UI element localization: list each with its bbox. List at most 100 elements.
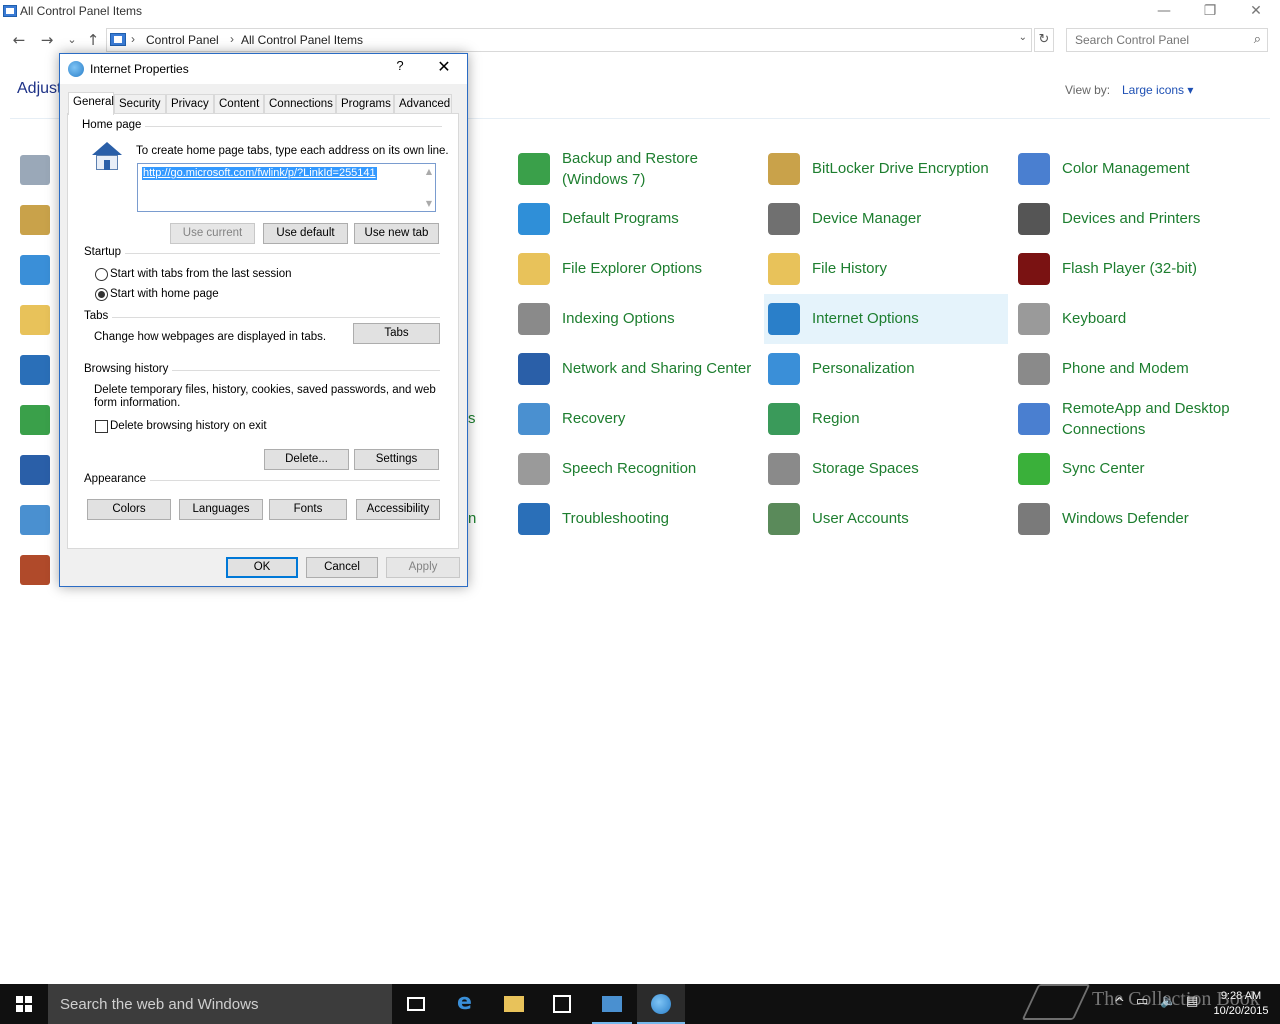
cp-item[interactable]: Backup and Restore (Windows 7)	[514, 144, 758, 194]
cp-item[interactable]: Speech Recognition	[514, 444, 758, 494]
action-center-icon[interactable]	[20, 155, 50, 185]
apply-button[interactable]: Apply	[386, 557, 460, 578]
cp-item-label[interactable]: Phone and Modem	[1062, 358, 1189, 379]
search-box[interactable]: ⌕	[1066, 28, 1268, 52]
cp-item[interactable]: Sync Center	[1014, 444, 1258, 494]
cp-item-label[interactable]: Recovery	[562, 408, 625, 429]
language-icon[interactable]	[20, 355, 50, 385]
cp-item-label[interactable]: Network and Sharing Center	[562, 358, 751, 379]
control-panel-taskbar-button[interactable]	[588, 984, 636, 1024]
use-default-button[interactable]: Use default	[263, 223, 348, 244]
up-button[interactable]: ↑	[83, 30, 103, 50]
cp-item-label[interactable]: Devices and Printers	[1062, 208, 1200, 229]
cp-item-label[interactable]: Region	[812, 408, 860, 429]
address-dropdown-icon[interactable]: ⌄	[1019, 32, 1027, 43]
internet-properties-taskbar-button[interactable]	[637, 984, 685, 1024]
tab-content[interactable]: Content	[214, 94, 264, 114]
cp-item-label[interactable]: Flash Player (32-bit)	[1062, 258, 1197, 279]
cp-item-label[interactable]: File History	[812, 258, 887, 279]
cp-item[interactable]: Troubleshooting	[514, 494, 758, 544]
search-input[interactable]	[1067, 29, 1243, 51]
cp-item[interactable]: Windows Defender	[1014, 494, 1258, 544]
cp-item-label[interactable]: File Explorer Options	[562, 258, 702, 279]
refresh-button[interactable]: ↻	[1034, 28, 1054, 52]
cp-item[interactable]: Internet Options	[764, 294, 1008, 344]
edge-taskbar-button[interactable]: e	[442, 984, 490, 1024]
start-button[interactable]	[0, 984, 48, 1024]
cp-item-label[interactable]: Backup and Restore (Windows 7)	[562, 148, 752, 190]
cp-item[interactable]: Personalization	[764, 344, 1008, 394]
firewall-icon[interactable]	[20, 555, 50, 585]
cp-item[interactable]: Devices and Printers	[1014, 194, 1258, 244]
history-settings-button[interactable]: Settings	[354, 449, 439, 470]
power-options-icon[interactable]	[20, 405, 50, 435]
cp-item-label[interactable]: RemoteApp and Desktop Connections	[1062, 398, 1252, 440]
recent-locations-button[interactable]: ⌄	[62, 30, 82, 50]
search-icon[interactable]: ⌕	[1254, 32, 1261, 47]
viewby-dropdown[interactable]: Large icons ▾	[1122, 83, 1193, 97]
address-field[interactable]: › Control Panel › All Control Panel Item…	[106, 28, 1032, 52]
scroll-down-icon[interactable]: ▼	[426, 199, 432, 208]
cp-item-label[interactable]: Speech Recognition	[562, 458, 696, 479]
cp-item[interactable]: File Explorer Options	[514, 244, 758, 294]
startup-last-session-label[interactable]: Start with tabs from the last session	[110, 268, 292, 280]
cp-item-label[interactable]: Personalization	[812, 358, 915, 379]
cp-item-label[interactable]: Windows Defender	[1062, 508, 1189, 529]
fonts-icon[interactable]	[20, 305, 50, 335]
scroll-up-icon[interactable]: ▲	[426, 167, 432, 176]
file-explorer-taskbar-button[interactable]	[490, 984, 538, 1024]
tab-programs[interactable]: Programs	[336, 94, 394, 114]
restore-button[interactable]: ❐	[1187, 0, 1233, 24]
use-new-tab-button[interactable]: Use new tab	[354, 223, 439, 244]
task-view-button[interactable]	[392, 984, 440, 1024]
cp-item-label[interactable]: User Accounts	[812, 508, 909, 529]
cp-item[interactable]: User Accounts	[764, 494, 1008, 544]
system-icon[interactable]	[20, 505, 50, 535]
cp-item-label[interactable]: Internet Options	[812, 308, 919, 329]
delete-history-button[interactable]: Delete...	[264, 449, 349, 470]
cp-item-label[interactable]: Indexing Options	[562, 308, 675, 329]
tabs-settings-button[interactable]: Tabs	[353, 323, 440, 344]
cp-item-label[interactable]: Storage Spaces	[812, 458, 919, 479]
tab-general[interactable]: General	[68, 92, 114, 115]
use-current-button[interactable]: Use current	[170, 223, 255, 244]
cp-item-label[interactable]: Default Programs	[562, 208, 679, 229]
home-page-url[interactable]: http://go.microsoft.com/fwlink/p/?LinkId…	[142, 167, 377, 180]
startup-home-page-radio[interactable]	[95, 288, 108, 301]
cp-item-label[interactable]: Color Management	[1062, 158, 1190, 179]
cp-item[interactable]: Recovery	[514, 394, 758, 444]
cp-item[interactable]: Network and Sharing Center	[514, 344, 758, 394]
cp-item-label[interactable]: Sync Center	[1062, 458, 1145, 479]
delete-on-exit-label[interactable]: Delete browsing history on exit	[110, 420, 267, 432]
breadcrumb-all-items[interactable]: All Control Panel Items	[241, 33, 363, 47]
cp-item[interactable]: Region	[764, 394, 1008, 444]
cp-item-label[interactable]: BitLocker Drive Encryption	[812, 158, 989, 179]
taskbar-search[interactable]: Search the web and Windows	[48, 984, 392, 1024]
forward-button[interactable]: →	[37, 30, 57, 50]
cp-item[interactable]: Color Management	[1014, 144, 1258, 194]
cp-item[interactable]: RemoteApp and Desktop Connections	[1014, 394, 1258, 444]
help-button[interactable]: ?	[390, 58, 410, 73]
languages-button[interactable]: Languages	[179, 499, 263, 520]
cp-item[interactable]: Keyboard	[1014, 294, 1258, 344]
startup-home-page-label[interactable]: Start with home page	[110, 288, 219, 300]
administrative-tools-icon[interactable]	[20, 205, 50, 235]
colors-button[interactable]: Colors	[87, 499, 171, 520]
cp-item-label[interactable]: Troubleshooting	[562, 508, 669, 529]
cancel-button[interactable]: Cancel	[306, 557, 378, 578]
cp-item[interactable]: Phone and Modem	[1014, 344, 1258, 394]
cp-item[interactable]: Default Programs	[514, 194, 758, 244]
security-maintenance-icon[interactable]	[20, 455, 50, 485]
delete-on-exit-checkbox[interactable]	[95, 420, 108, 433]
display-icon[interactable]	[20, 255, 50, 285]
cp-item[interactable]: File History	[764, 244, 1008, 294]
tab-advanced[interactable]: Advanced	[394, 94, 452, 114]
dialog-close-button[interactable]: ✕	[432, 57, 456, 76]
cp-item-label[interactable]: Keyboard	[1062, 308, 1126, 329]
store-taskbar-button[interactable]	[538, 984, 586, 1024]
fonts-button[interactable]: Fonts	[269, 499, 347, 520]
cp-item[interactable]: Flash Player (32-bit)	[1014, 244, 1258, 294]
tab-security[interactable]: Security	[114, 94, 166, 114]
cp-item[interactable]: Storage Spaces	[764, 444, 1008, 494]
home-page-textarea[interactable]: http://go.microsoft.com/fwlink/p/?LinkId…	[137, 163, 436, 212]
